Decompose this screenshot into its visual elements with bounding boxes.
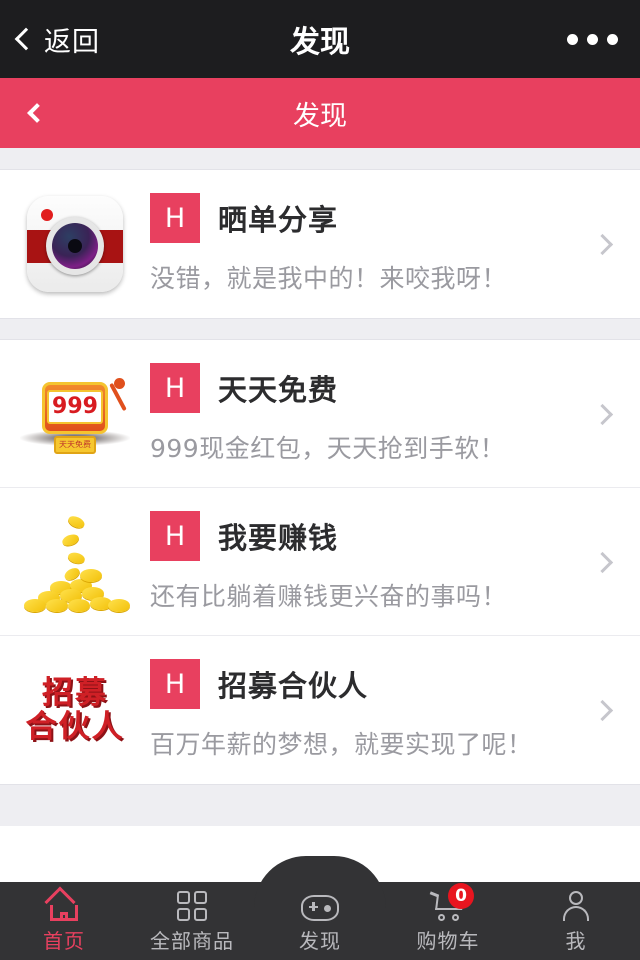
tab-profile[interactable]: 我 [512, 882, 640, 960]
list-item-subtitle: 没错，就是我中的！来咬我呀！ [150, 264, 508, 293]
chevron-right-icon [591, 403, 614, 425]
chevron-right-icon [591, 699, 614, 721]
slot-plate-label: 天天免费 [59, 440, 91, 449]
logo-line-1: 招募 [42, 674, 108, 711]
camera-indicator-dot [41, 209, 53, 221]
list-item-body: H 我要赚钱 还有比躺着赚钱更兴奋的事吗！ [150, 511, 595, 613]
system-back-label: 返回 [44, 26, 100, 58]
thumbnail: 招募 合伙人 [0, 636, 150, 784]
chevron-left-icon [14, 27, 38, 51]
app-header-title: 发现 [293, 100, 347, 132]
brand-badge: H [150, 363, 200, 413]
gamepad-icon [301, 889, 339, 921]
bottom-spacer-band [0, 784, 640, 826]
tab-all-products[interactable]: 全部商品 [128, 882, 256, 960]
bottom-tab-bar: 首页 全部商品 发现 0 购物车 我 [0, 856, 640, 960]
list-item-head: H 我要赚钱 [150, 511, 575, 561]
tab-discover-label: 发现 [299, 928, 341, 953]
brand-badge: H [150, 193, 200, 243]
home-icon [44, 885, 81, 921]
tab-cart[interactable]: 0 购物车 [384, 882, 512, 960]
list-item-head: H 晒单分享 [150, 193, 575, 243]
logo-line-2: 合伙人 [25, 708, 125, 745]
dot [607, 33, 618, 45]
list-item-recruit-partner[interactable]: 招募 合伙人 H 招募合伙人 百万年薪的梦想，就要实现了呢！ [0, 636, 640, 784]
dot [567, 33, 578, 45]
list-item-title: 天天免费 [218, 373, 339, 407]
list-item-title: 招募合伙人 [218, 669, 369, 703]
app-back-button[interactable] [0, 103, 47, 123]
slot-plate: 天天免费 [54, 436, 96, 454]
list-item-title: 我要赚钱 [218, 521, 339, 555]
list-item-body: H 天天免费 999现金红包，天天抢到手软！ [150, 363, 595, 465]
camera-lens [46, 216, 104, 275]
tab-discover[interactable]: 发现 [256, 882, 384, 960]
tab-profile-label: 我 [565, 928, 587, 953]
list-item-body: H 招募合伙人 百万年薪的梦想，就要实现了呢！ [150, 659, 595, 761]
discover-list-group-2: 999 天天免费 H 天天免费 999现金红包，天天抢到手软！ H 我要赚钱 还… [0, 340, 640, 784]
grid-icon [177, 889, 207, 921]
camera-icon [27, 196, 123, 292]
discover-list: H 晒单分享 没错，就是我中的！来咬我呀！ [0, 170, 640, 318]
list-item-daily-free[interactable]: 999 天天免费 H 天天免费 999现金红包，天天抢到手软！ [0, 340, 640, 488]
list-item-title: 晒单分享 [218, 203, 339, 237]
tab-all-products-label: 全部商品 [150, 928, 234, 953]
brand-badge: H [150, 659, 200, 709]
dot [587, 33, 598, 45]
system-back-button[interactable]: 返回 [0, 20, 100, 59]
header-spacer-band [0, 148, 640, 170]
thumbnail: 999 天天免费 [0, 340, 150, 488]
person-icon [561, 889, 591, 921]
recruit-partner-logo: 招募 合伙人 [15, 674, 135, 745]
slot-machine-icon: 999 天天免费 [16, 368, 134, 460]
list-group-spacer-band [0, 318, 640, 340]
thumbnail [0, 170, 150, 318]
list-item-head: H 招募合伙人 [150, 659, 575, 709]
cart-count-badge: 0 [448, 882, 474, 909]
list-item-subtitle: 百万年薪的梦想，就要实现了呢！ [150, 730, 533, 759]
cart-icon: 0 [429, 882, 474, 921]
slot-reels: 999 [47, 390, 103, 424]
tab-cart-label: 购物车 [416, 928, 480, 953]
gold-coins-icon [16, 513, 134, 612]
app-header-bar: 发现 [0, 78, 640, 148]
app-screen: 返回 发现 发现 H 晒单分享 没错，就是我中的！来咬我呀！ 999 天天免费 … [0, 0, 640, 960]
slot-digit: 999 [52, 394, 98, 419]
tab-home[interactable]: 首页 [0, 882, 128, 960]
list-item-body: H 晒单分享 没错，就是我中的！来咬我呀！ [150, 193, 595, 295]
more-dots-icon[interactable] [567, 33, 640, 45]
list-item-make-money[interactable]: H 我要赚钱 还有比躺着赚钱更兴奋的事吗！ [0, 488, 640, 636]
chevron-right-icon [591, 551, 614, 573]
list-item-subtitle: 还有比躺着赚钱更兴奋的事吗！ [150, 582, 508, 611]
brand-badge: H [150, 511, 200, 561]
system-navigation-bar: 返回 发现 [0, 0, 640, 78]
list-item-head: H 天天免费 [150, 363, 575, 413]
list-item-share-order[interactable]: H 晒单分享 没错，就是我中的！来咬我呀！ [0, 170, 640, 318]
tab-home-label: 首页 [43, 928, 85, 953]
chevron-left-icon [27, 103, 47, 123]
chevron-right-icon [591, 233, 614, 255]
thumbnail [0, 488, 150, 636]
list-item-subtitle: 999现金红包，天天抢到手软！ [150, 434, 506, 463]
